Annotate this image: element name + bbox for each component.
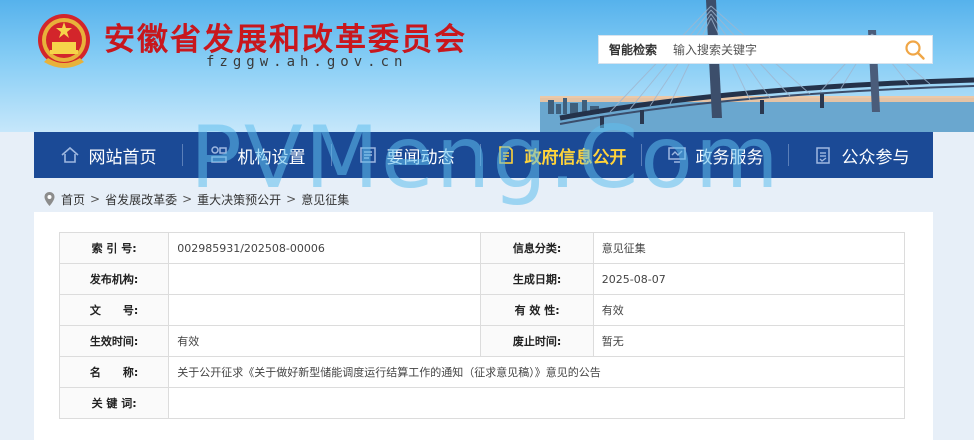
nav-item-participation[interactable]: 公众参与 bbox=[789, 132, 933, 178]
category-label: 信息分类: bbox=[480, 232, 594, 264]
breadcrumb-home[interactable]: 首页 bbox=[61, 191, 85, 208]
expire-time-value: 暂无 bbox=[592, 325, 906, 357]
effective-time-label: 生效时间: bbox=[58, 325, 170, 357]
index-no-label: 索 引 号: bbox=[58, 232, 170, 264]
validity-value: 有效 bbox=[592, 294, 906, 326]
nav-item-label: 要闻动态 bbox=[386, 147, 455, 168]
publisher-value bbox=[168, 263, 482, 295]
breadcrumb-separator: > bbox=[286, 192, 297, 206]
table-row: 关 键 词: bbox=[58, 387, 905, 419]
nav-item-label: 机构设置 bbox=[237, 147, 306, 168]
content-panel: 索 引 号: 002985931/202508-00006 信息分类: 意见征集… bbox=[34, 212, 933, 440]
newspaper-icon bbox=[358, 145, 378, 165]
site-header: 安徽省发展和改革委员会 fzggw.ah.gov.cn 智能检索 bbox=[0, 0, 974, 132]
created-date-value: 2025-08-07 bbox=[592, 263, 906, 295]
nav-item-news[interactable]: 要闻动态 bbox=[332, 132, 480, 178]
nav-item-organization[interactable]: 机构设置 bbox=[183, 132, 331, 178]
doc-number-value bbox=[168, 294, 482, 326]
table-row: 索 引 号: 002985931/202508-00006 信息分类: 意见征集 bbox=[58, 232, 906, 264]
table-row: 文 号: 有 效 性: 有效 bbox=[58, 294, 906, 326]
table-row: 发布机构: 生成日期: 2025-08-07 bbox=[58, 263, 906, 295]
keywords-value bbox=[168, 387, 905, 419]
doc-name-value: 关于公开征求《关于做好新型储能调度运行结算工作的通知（征求意见稿）》意见的公告 bbox=[168, 356, 905, 388]
index-no-value: 002985931/202508-00006 bbox=[168, 232, 482, 264]
nav-item-home[interactable]: 网站首页 bbox=[34, 132, 182, 178]
nav-item-gov-info[interactable]: 政府信息公开 bbox=[481, 132, 641, 178]
validity-label: 有 效 性: bbox=[480, 294, 594, 326]
home-icon bbox=[60, 145, 80, 165]
document-meta-table: 索 引 号: 002985931/202508-00006 信息分类: 意见征集… bbox=[58, 232, 906, 419]
table-row: 名 称: 关于公开征求《关于做好新型储能调度运行结算工作的通知（征求意见稿）》意… bbox=[58, 356, 905, 388]
doc-number-label: 文 号: bbox=[58, 294, 170, 326]
breadcrumb: 首页 > 省发展改革委 > 重大决策预公开 > 意见征集 bbox=[44, 190, 349, 208]
nav-item-label: 政务服务 bbox=[695, 147, 764, 168]
search-label: 智能检索 bbox=[609, 43, 658, 57]
effective-time-value: 有效 bbox=[168, 325, 482, 357]
category-value: 意见征集 bbox=[592, 232, 906, 264]
created-date-label: 生成日期: bbox=[480, 263, 594, 295]
breadcrumb-commission[interactable]: 省发展改革委 bbox=[105, 191, 177, 208]
nav-item-label: 网站首页 bbox=[88, 147, 157, 168]
national-emblem-icon bbox=[38, 14, 90, 68]
main-nav: 网站首页 机构设置 要闻动态 政府信息公开 政务服务 公众参与 bbox=[34, 132, 933, 178]
table-row: 生效时间: 有效 废止时间: 暂无 bbox=[58, 325, 906, 357]
nav-item-services[interactable]: 政务服务 bbox=[642, 132, 788, 178]
search-button[interactable] bbox=[898, 36, 932, 63]
breadcrumb-decisions[interactable]: 重大决策预公开 bbox=[197, 191, 281, 208]
expire-time-label: 废止时间: bbox=[480, 325, 594, 357]
keywords-label: 关 键 词: bbox=[58, 387, 170, 419]
doc-name-label: 名 称: bbox=[58, 356, 170, 388]
monitor-icon bbox=[667, 145, 687, 165]
publisher-label: 发布机构: bbox=[58, 263, 170, 295]
search-input[interactable] bbox=[669, 36, 898, 63]
location-pin-icon bbox=[44, 192, 55, 206]
org-chart-icon bbox=[209, 145, 229, 165]
search-box: 智能检索 bbox=[598, 35, 933, 64]
site-title: 安徽省发展和改革委员会 bbox=[104, 22, 467, 58]
nav-item-label: 政府信息公开 bbox=[524, 147, 627, 168]
breadcrumb-separator: > bbox=[182, 192, 193, 206]
breadcrumb-current[interactable]: 意见征集 bbox=[301, 191, 349, 208]
site-domain: fzggw.ah.gov.cn bbox=[206, 54, 408, 70]
document-icon bbox=[496, 145, 516, 165]
search-icon bbox=[905, 39, 925, 60]
clipboard-icon bbox=[813, 145, 833, 165]
breadcrumb-separator: > bbox=[90, 192, 101, 206]
nav-item-label: 公众参与 bbox=[841, 147, 910, 168]
